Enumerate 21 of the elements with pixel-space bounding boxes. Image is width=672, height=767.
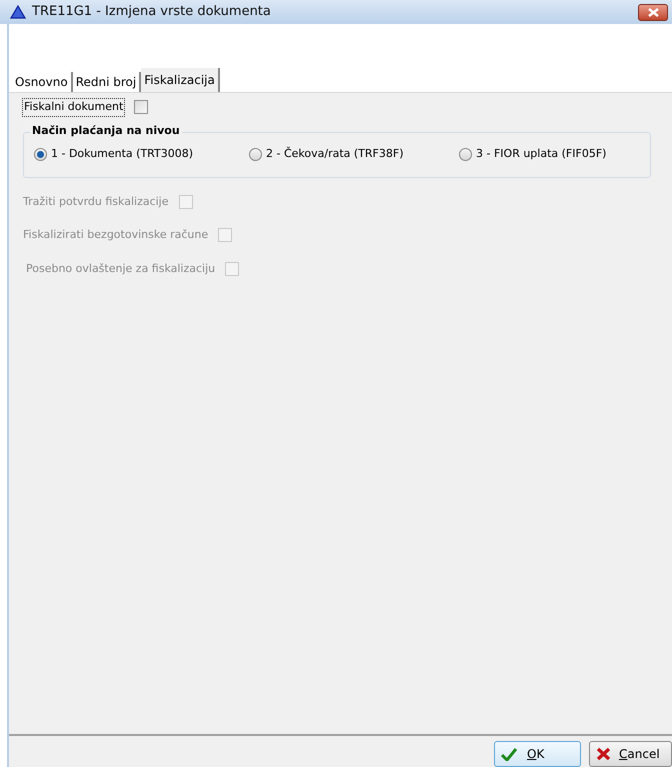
x-icon [596, 747, 611, 761]
checkbox-label: Tražiti potvrdu fiskalizacije [23, 194, 169, 210]
checkbox-label: Posebno ovlaštenje za fiskalizaciju [26, 260, 216, 276]
window-title: TRE11G1 - Izmjena vrste dokumenta [32, 3, 271, 22]
checkmark-icon [501, 748, 517, 760]
radio-button[interactable] [249, 148, 262, 161]
checkbox[interactable] [134, 100, 148, 114]
radio-label: 2 - Čekova/rata (TRF38F) [266, 146, 404, 162]
cancel-button[interactable]: Cancel [589, 741, 672, 767]
close-icon [648, 8, 658, 16]
radio-label: 3 - FIOR uplata (FIF05F) [476, 146, 606, 162]
radio-label: 1 - Dokumenta (TRT3008) [51, 146, 194, 162]
radio-button[interactable] [34, 148, 47, 161]
checkbox-label: Fiskalizirati bezgotovinske račune [23, 227, 208, 243]
checkbox-label: Fiskalni dokument [23, 99, 124, 116]
close-button[interactable] [638, 4, 668, 20]
tab[interactable]: Fiskalizacija [141, 68, 220, 92]
ok-button[interactable]: OK [494, 741, 581, 767]
group-title: Način plaćanja na nivou [30, 122, 182, 139]
triangle-icon [10, 5, 26, 19]
radio-button[interactable] [459, 148, 472, 161]
